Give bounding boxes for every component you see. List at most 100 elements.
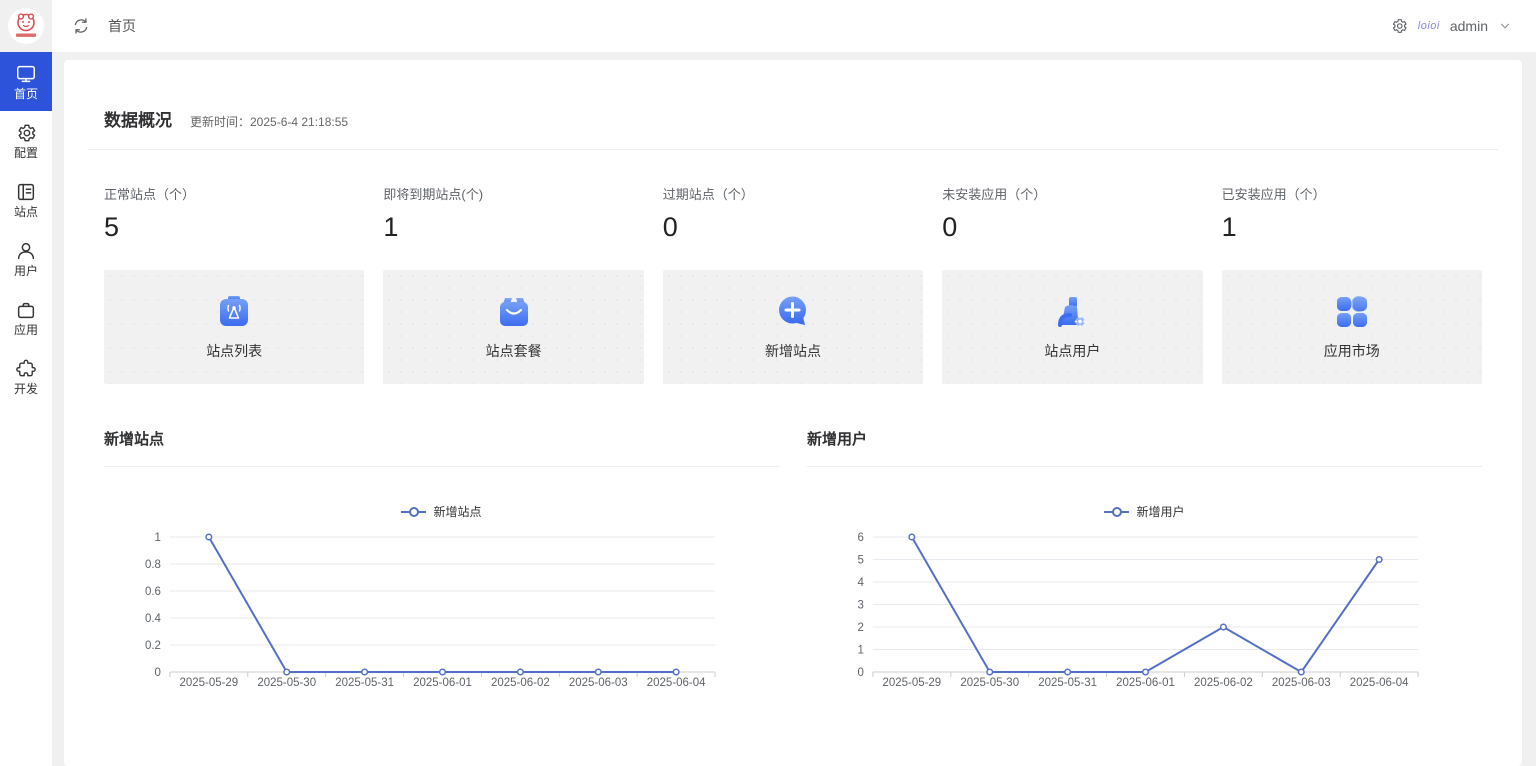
stat-label: 已安装应用（个） (1222, 184, 1482, 203)
mascot-logo-icon (7, 7, 45, 45)
add-site-icon (774, 293, 812, 331)
settings-gear-icon[interactable] (1390, 17, 1408, 35)
section-title: 数据概况 (104, 106, 172, 131)
shortcut-label: 站点用户 (1044, 341, 1100, 361)
charts-row: 新增站点 新增站点 00.20.40.60.812025-05-292025-0… (104, 428, 1482, 698)
app-root: 首页 配置 站点 用户 (0, 0, 1536, 766)
stat-value: 5 (104, 212, 364, 243)
app-logo[interactable] (0, 0, 52, 52)
stat-label: 即将到期站点(个) (383, 184, 643, 203)
update-time: 更新时间：2025-6-4 21:18:55 (190, 113, 348, 130)
stat-value: 0 (663, 212, 923, 243)
user-icon (15, 240, 37, 262)
sidebar-item-sites[interactable]: 站点 (0, 170, 52, 229)
legend-label: 新增站点 (433, 503, 481, 520)
app-market-icon (1333, 293, 1371, 331)
svg-text:2025-05-31: 2025-05-31 (335, 677, 394, 689)
breadcrumb[interactable]: 首页 (108, 16, 136, 36)
sidebar-item-home[interactable]: 首页 (0, 52, 52, 111)
stat-uninstalled-apps: 未安装应用（个） 0 (942, 184, 1202, 243)
shortcut-site-user[interactable]: 站点用户 (942, 270, 1202, 384)
briefcase-icon (15, 299, 37, 321)
sidebar-item-apps[interactable]: 应用 (0, 288, 52, 347)
stat-expired-sites: 过期站点（个） 0 (663, 184, 923, 243)
svg-text:0.4: 0.4 (145, 613, 162, 625)
chart-new-users: 新增用户 新增用户 01234562025-05-292025-05-30202… (807, 428, 1482, 698)
sidebar-item-label: 首页 (14, 88, 38, 100)
sidebar-item-dev[interactable]: 开发 (0, 347, 52, 406)
shortcut-app-market[interactable]: 应用市场 (1222, 270, 1482, 384)
svg-text:0: 0 (155, 667, 161, 679)
sidebar: 首页 配置 站点 用户 (0, 0, 52, 766)
svg-text:2025-06-01: 2025-06-01 (413, 677, 472, 689)
stat-normal-sites: 正常站点（个） 5 (104, 184, 364, 243)
topbar: 首页 loioi admin (52, 0, 1536, 52)
gear-icon (15, 122, 37, 144)
legend-label: 新增用户 (1136, 503, 1184, 520)
svg-text:2025-06-02: 2025-06-02 (491, 677, 550, 689)
svg-text:2025-06-04: 2025-06-04 (647, 677, 706, 689)
svg-text:0.8: 0.8 (145, 559, 161, 571)
svg-text:2025-06-01: 2025-06-01 (1116, 677, 1175, 689)
stat-label: 未安装应用（个） (942, 184, 1202, 203)
chart-new-sites: 新增站点 新增站点 00.20.40.60.812025-05-292025-0… (104, 428, 779, 698)
sidebar-item-users[interactable]: 用户 (0, 229, 52, 288)
monitor-icon (15, 63, 37, 85)
stat-expiring-sites: 即将到期站点(个) 1 (383, 184, 643, 243)
svg-text:2025-05-29: 2025-05-29 (882, 677, 941, 689)
stat-value: 1 (383, 212, 643, 243)
content-area: 数据概况 更新时间：2025-6-4 21:18:55 正常站点（个） 5 即将… (52, 52, 1536, 766)
svg-text:2025-06-04: 2025-06-04 (1350, 677, 1409, 689)
svg-text:3: 3 (858, 599, 864, 611)
shortcut-label: 应用市场 (1324, 341, 1380, 361)
svg-text:0: 0 (858, 667, 864, 679)
site-package-icon (495, 293, 533, 331)
shortcut-add-site[interactable]: 新增站点 (663, 270, 923, 384)
sidebar-nav: 首页 配置 站点 用户 (0, 52, 52, 406)
legend-line-marker-icon (401, 511, 426, 513)
sidebar-item-label: 用户 (14, 265, 38, 277)
svg-text:2025-05-31: 2025-05-31 (1038, 677, 1097, 689)
site-list-icon (215, 293, 253, 331)
stats-row: 正常站点（个） 5 即将到期站点(个) 1 过期站点（个） 0 未安装应用（个）… (104, 184, 1482, 243)
svg-text:0.2: 0.2 (145, 640, 161, 652)
shortcut-label: 站点列表 (206, 341, 262, 361)
stat-installed-apps: 已安装应用（个） 1 (1222, 184, 1482, 243)
stat-value: 0 (942, 212, 1202, 243)
stat-label: 正常站点（个） (104, 184, 364, 203)
svg-text:2025-06-03: 2025-06-03 (569, 677, 628, 689)
svg-text:2025-06-02: 2025-06-02 (1194, 677, 1253, 689)
svg-text:2025-06-03: 2025-06-03 (1272, 677, 1331, 689)
shortcut-site-package[interactable]: 站点套餐 (383, 270, 643, 384)
sidebar-item-config[interactable]: 配置 (0, 111, 52, 170)
overview-header: 数据概况 更新时间：2025-6-4 21:18:55 (104, 60, 1482, 131)
svg-text:5: 5 (858, 554, 864, 566)
username[interactable]: admin (1450, 18, 1488, 34)
shortcut-site-list[interactable]: 站点列表 (104, 270, 364, 384)
shortcut-label: 站点套餐 (486, 341, 542, 361)
svg-text:1: 1 (858, 644, 864, 656)
refresh-icon[interactable] (72, 17, 90, 35)
avatar[interactable]: loioi (1418, 20, 1440, 32)
svg-text:2025-05-29: 2025-05-29 (179, 677, 238, 689)
chart-title: 新增用户 (807, 428, 1482, 467)
chart-legend[interactable]: 新增站点 (104, 503, 779, 520)
chart-legend[interactable]: 新增用户 (807, 503, 1482, 520)
puzzle-icon (15, 358, 37, 380)
sidebar-item-label: 站点 (14, 206, 38, 218)
sidebar-item-label: 应用 (14, 324, 38, 336)
site-user-icon (1053, 293, 1091, 331)
line-chart-canvas: 00.20.40.60.812025-05-292025-05-302025-0… (104, 522, 779, 698)
chevron-down-icon[interactable] (1498, 19, 1512, 33)
svg-text:2025-05-30: 2025-05-30 (960, 677, 1019, 689)
svg-text:2025-05-30: 2025-05-30 (257, 677, 316, 689)
svg-text:4: 4 (858, 577, 865, 589)
sidebar-item-label: 配置 (14, 147, 38, 159)
dashboard-card: 数据概况 更新时间：2025-6-4 21:18:55 正常站点（个） 5 即将… (64, 60, 1522, 766)
divider (88, 149, 1498, 150)
line-chart-canvas: 01234562025-05-292025-05-302025-05-31202… (807, 522, 1482, 698)
shortcut-label: 新增站点 (765, 341, 821, 361)
stat-value: 1 (1222, 212, 1482, 243)
legend-line-marker-icon (1104, 511, 1129, 513)
chart-title: 新增站点 (104, 428, 779, 467)
